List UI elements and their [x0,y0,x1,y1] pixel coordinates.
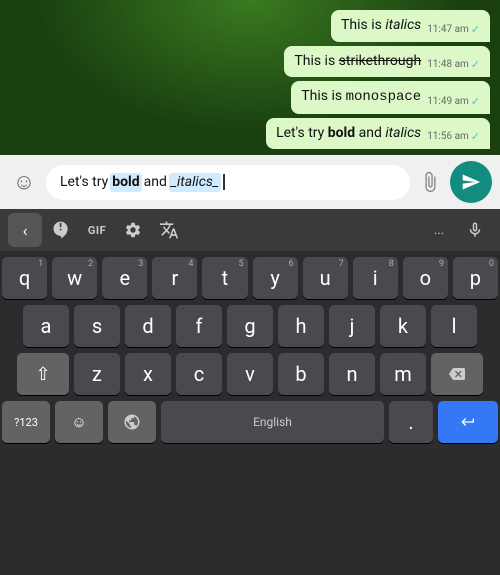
keyboard-row-1: 1q 2w 3e 4r 5t 6y 7u 8i 9o 0p [2,257,498,299]
key-c[interactable]: c [176,353,222,395]
attach-button[interactable] [416,168,444,196]
key-f[interactable]: f [176,305,222,347]
send-button[interactable] [450,161,492,203]
key-j[interactable]: j [329,305,375,347]
key-enter[interactable] [438,401,498,443]
key-k[interactable]: k [380,305,426,347]
key-d[interactable]: d [125,305,171,347]
chat-area: This is italics 11:47 am ✓ This is strik… [0,0,500,155]
key-a[interactable]: a [23,305,69,347]
key-l[interactable]: l [431,305,477,347]
emoji-button[interactable]: ☺ [8,166,40,198]
message-bubble-2: This is strikethrough 11:48 am ✓ [284,46,490,78]
key-t[interactable]: 5t [202,257,247,299]
keyboard-row-2: a s d f g h j k l [2,305,498,347]
key-b[interactable]: b [278,353,324,395]
input-bar: ☺ Let's try bold and _italics_ [0,155,500,209]
key-globe[interactable] [108,401,156,443]
keyboard-toolbar: ‹ GIF ... [0,209,500,251]
message-meta-1: 11:47 am ✓ [427,23,480,36]
read-check-3: ✓ [471,95,480,108]
message-bubble-4: Let's try bold and italics 11:56 am ✓ [266,118,490,150]
read-check-1: ✓ [471,23,480,36]
keyboard-settings-button[interactable] [116,213,150,247]
key-x[interactable]: x [125,353,171,395]
key-z[interactable]: z [74,353,120,395]
key-e[interactable]: 3e [102,257,147,299]
read-check-4: ✓ [471,130,480,143]
message-input[interactable]: Let's try bold and _italics_ [46,165,410,201]
message-meta-2: 11:48 am ✓ [427,58,480,71]
key-delete[interactable] [431,353,483,395]
key-w[interactable]: 2w [52,257,97,299]
keyboard-translate-button[interactable] [152,213,186,247]
key-g[interactable]: g [227,305,273,347]
key-p[interactable]: 0p [453,257,498,299]
key-h[interactable]: h [278,305,324,347]
message-text-1: This is italics [341,16,421,36]
message-text-4: Let's try bold and italics [276,124,421,144]
keyboard-row-4: ?123 ☺ English . [2,401,498,443]
key-u[interactable]: 7u [303,257,348,299]
key-r[interactable]: 4r [152,257,197,299]
key-shift[interactable]: ⇧ [17,353,69,395]
keyboard-row-3: ⇧ z x c v b n m [2,353,498,395]
key-emoji[interactable]: ☺ [55,401,103,443]
keyboard-gif-button[interactable]: GIF [80,213,114,247]
key-m[interactable]: m [380,353,426,395]
keyboard-sticker-button[interactable] [44,213,78,247]
key-i[interactable]: 8i [353,257,398,299]
message-text-2: This is strikethrough [294,52,421,72]
keyboard-back-button[interactable]: ‹ [8,213,42,247]
keyboard: ‹ GIF ... 1q 2w [0,209,500,575]
key-n[interactable]: n [329,353,375,395]
key-s[interactable]: s [74,305,120,347]
message-text-3: This is monospace [301,87,421,108]
key-num-switch[interactable]: ?123 [2,401,50,443]
message-meta-4: 11:56 am ✓ [427,130,480,143]
message-bubble-3: This is monospace 11:49 am ✓ [291,81,490,114]
key-y[interactable]: 6y [253,257,298,299]
key-q[interactable]: 1q [2,257,47,299]
key-space[interactable]: English [161,401,384,443]
message-bubble-1: This is italics 11:47 am ✓ [331,10,490,42]
keyboard-more-button[interactable]: ... [422,213,456,247]
key-o[interactable]: 9o [403,257,448,299]
keyboard-mic-button[interactable] [458,213,492,247]
message-meta-3: 11:49 am ✓ [427,95,480,108]
key-period[interactable]: . [389,401,433,443]
key-v[interactable]: v [227,353,273,395]
read-check-2: ✓ [471,58,480,71]
keyboard-rows: 1q 2w 3e 4r 5t 6y 7u 8i 9o 0p a s d f g … [0,251,500,575]
